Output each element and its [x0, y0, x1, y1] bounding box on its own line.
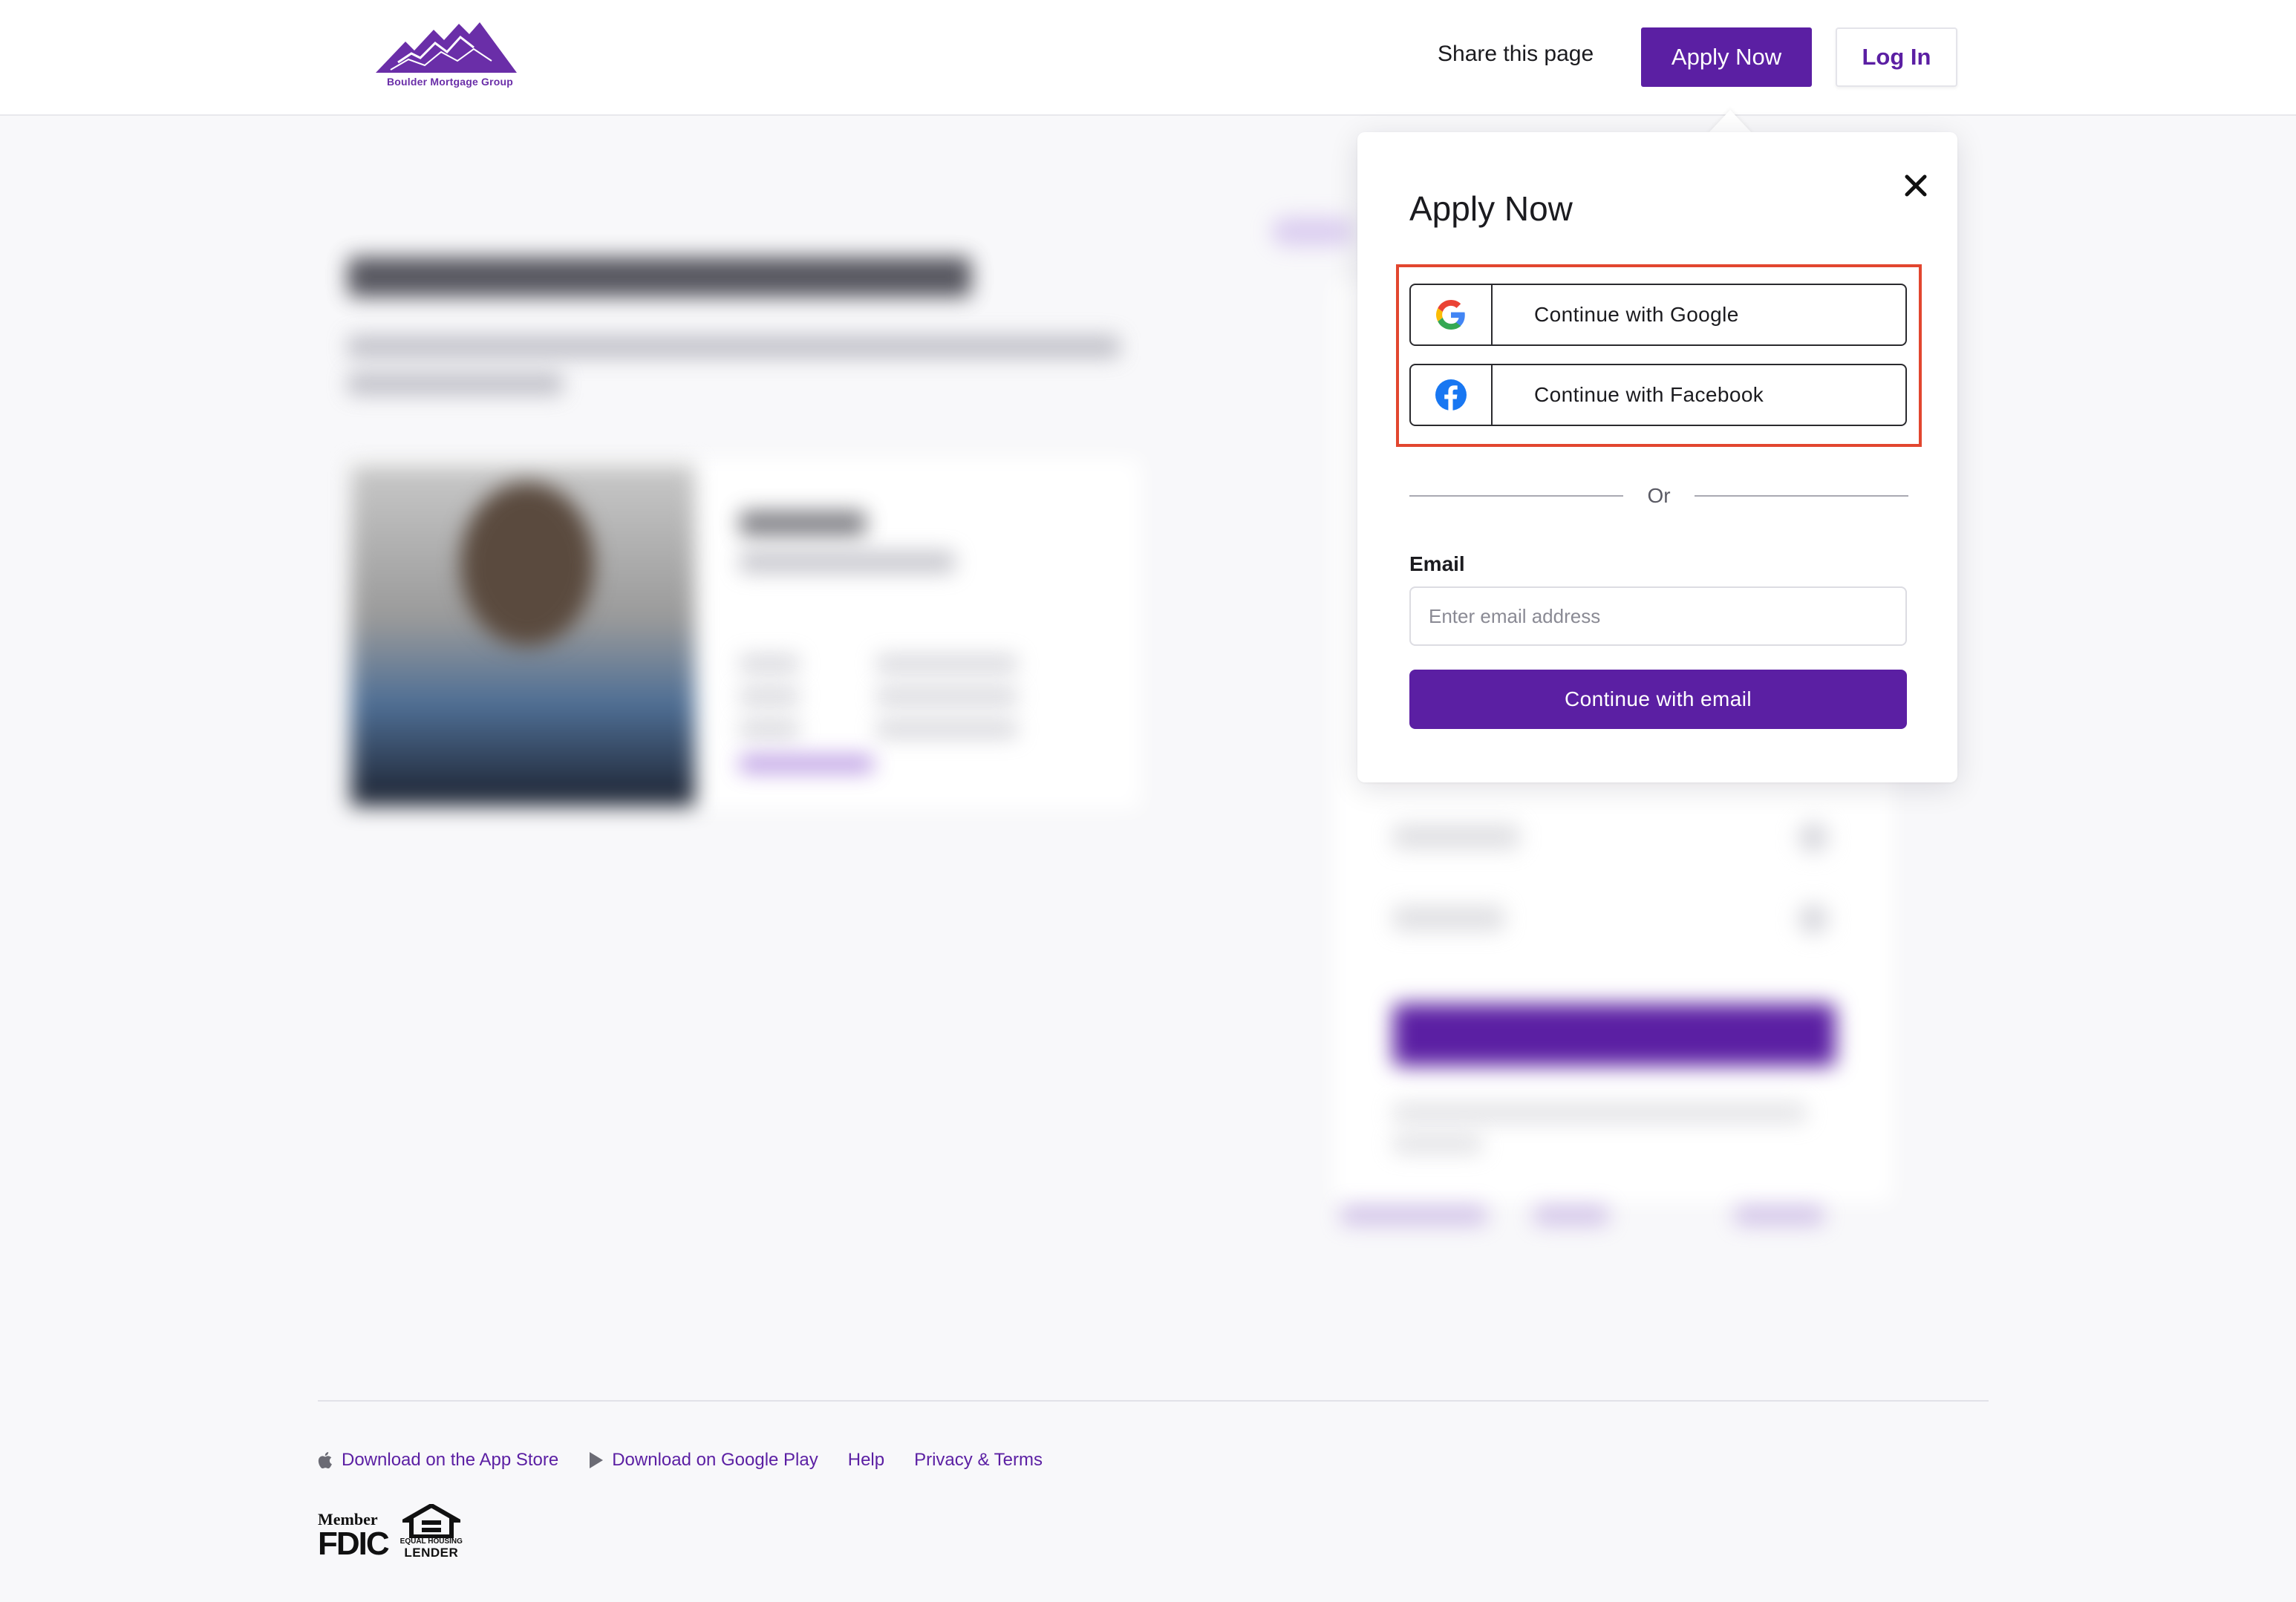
blurred-subtext: [348, 373, 563, 395]
blurred-note: [1341, 1206, 1487, 1225]
close-icon[interactable]: [1897, 166, 1935, 205]
site-header: Boulder Mortgage Group Share this page A…: [0, 0, 2296, 116]
divider-line: [1409, 495, 1623, 497]
equal-housing-text: EQUAL HOUSING: [399, 1537, 463, 1546]
lender-text: LENDER: [404, 1546, 459, 1560]
company-logo[interactable]: Boulder Mortgage Group: [376, 21, 524, 95]
blurred-detail: [740, 720, 799, 738]
popover-arrow: [1708, 110, 1752, 134]
privacy-terms-label: Privacy & Terms: [914, 1450, 1043, 1470]
email-input[interactable]: [1409, 586, 1907, 646]
app-store-label: Download on the App Store: [342, 1450, 559, 1470]
login-button[interactable]: Log In: [1836, 27, 1957, 87]
blurred-detail: [740, 687, 799, 705]
blurred-link: [740, 756, 873, 772]
equal-housing-icon: [402, 1503, 460, 1538]
blurred-subtext: [348, 336, 1120, 358]
logo-text: Boulder Mortgage Group: [386, 76, 514, 88]
help-link[interactable]: Help: [848, 1450, 884, 1471]
equal-housing-lender-badge: EQUAL HOUSING LENDER: [399, 1503, 463, 1561]
blurred-detail: [876, 655, 1017, 673]
facebook-button-label: Continue with Facebook: [1534, 383, 1764, 406]
blurred-button: [1393, 1004, 1836, 1066]
mountain-logo-icon: [376, 22, 517, 73]
blurred-note: [1735, 1206, 1824, 1225]
divider-or-text: Or: [1647, 484, 1671, 507]
divider-line: [1695, 495, 1908, 497]
blurred-role: [740, 551, 955, 573]
footer-links: Download on the App Store Download on Go…: [318, 1448, 1072, 1473]
google-play-label: Download on Google Play: [612, 1450, 818, 1470]
blurred-dot: [1798, 823, 1828, 852]
blurred-pill: [1271, 217, 1353, 246]
popover-title: Apply Now: [1409, 189, 1573, 228]
blurred-note: [1534, 1206, 1608, 1225]
fdic-text: FDIC: [318, 1526, 390, 1562]
blurred-dot: [1798, 904, 1828, 934]
google-icon: [1411, 285, 1493, 344]
blurred-detail: [876, 720, 1017, 738]
blurred-name: [740, 511, 866, 536]
apple-icon: [318, 1452, 333, 1468]
apply-now-popover: Apply Now Continue with Google Continue …: [1357, 132, 1957, 782]
google-play-link[interactable]: Download on Google Play: [588, 1450, 818, 1471]
google-button-label: Continue with Google: [1534, 303, 1739, 326]
fdic-badge: Member FDIC: [318, 1511, 390, 1562]
privacy-terms-link[interactable]: Privacy & Terms: [914, 1450, 1043, 1471]
continue-with-facebook-button[interactable]: Continue with Facebook: [1409, 364, 1907, 426]
play-icon: [588, 1452, 604, 1468]
blurred-row: [1393, 906, 1504, 931]
continue-with-email-button[interactable]: Continue with email: [1409, 670, 1907, 729]
apply-now-button[interactable]: Apply Now: [1641, 27, 1812, 87]
help-label: Help: [847, 1450, 885, 1470]
facebook-icon: [1411, 365, 1493, 425]
share-page-link[interactable]: Share this page: [1438, 42, 1594, 67]
blurred-note: [1393, 1134, 1482, 1154]
compliance-badges: Member FDIC EQUAL HOUSING LENDER: [318, 1494, 463, 1560]
continue-with-google-button[interactable]: Continue with Google: [1409, 284, 1907, 346]
blurred-note: [1393, 1103, 1806, 1122]
footer-divider: [318, 1400, 1989, 1402]
email-label: Email: [1409, 552, 1465, 575]
blurred-heading: [348, 257, 971, 297]
blurred-detail: [740, 655, 799, 673]
blurred-detail: [876, 687, 1017, 705]
blurred-photo-head: [460, 483, 594, 646]
blurred-row: [1393, 824, 1519, 849]
app-store-link[interactable]: Download on the App Store: [318, 1450, 558, 1471]
